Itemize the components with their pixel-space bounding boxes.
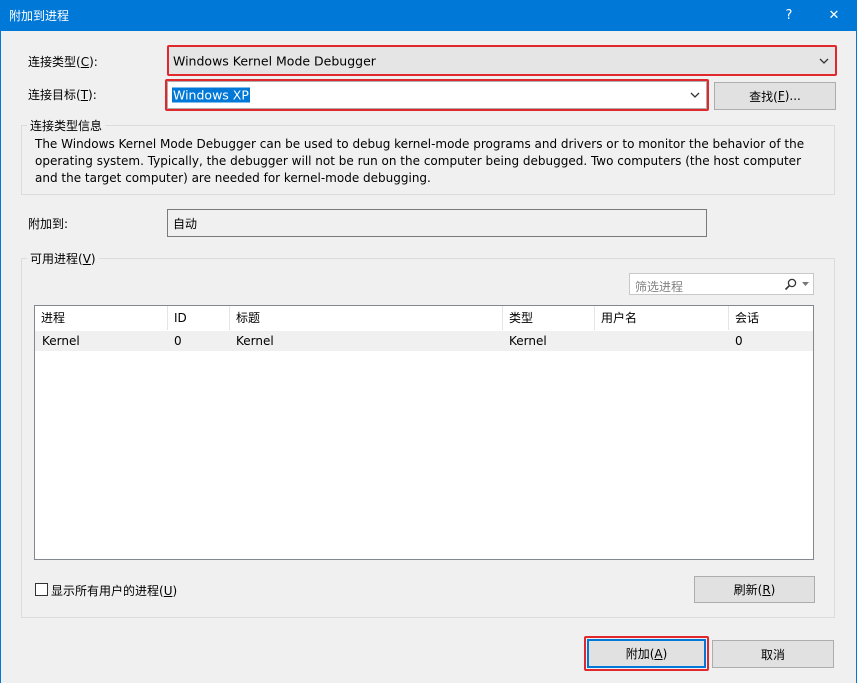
find-button[interactable]: 查找(F)...	[714, 82, 836, 110]
cell-process: Kernel	[42, 334, 80, 348]
cell-type: Kernel	[509, 334, 547, 348]
close-button[interactable]: ✕	[814, 0, 854, 31]
connection-info-text: The Windows Kernel Mode Debugger can be …	[35, 137, 805, 185]
cell-session: 0	[735, 334, 743, 348]
filter-dropdown-icon[interactable]	[802, 282, 809, 287]
cell-title: Kernel	[236, 334, 274, 348]
refresh-button[interactable]: 刷新(R)	[694, 576, 815, 603]
available-processes-title: 可用进程(V)	[27, 250, 99, 267]
search-icon[interactable]	[784, 278, 797, 291]
process-filter-placeholder: 筛选进程	[635, 280, 684, 294]
title-bar: 附加到进程 ? ✕	[0, 0, 857, 31]
process-list-header: 进程 ID 标题 类型 用户名 会话	[35, 306, 813, 330]
connection-type-highlight	[167, 45, 837, 76]
attach-button-highlight	[584, 636, 709, 671]
connection-target-label: 连接目标(T):	[28, 88, 97, 102]
cancel-button[interactable]: 取消	[712, 640, 834, 668]
column-header-session[interactable]: 会话	[729, 306, 813, 330]
window-border-left	[0, 31, 1, 683]
column-header-id[interactable]: ID	[168, 306, 230, 330]
column-header-username[interactable]: 用户名	[595, 306, 729, 330]
column-header-type[interactable]: 类型	[503, 306, 595, 330]
window-title: 附加到进程	[9, 9, 70, 23]
column-header-title[interactable]: 标题	[230, 306, 503, 330]
help-button[interactable]: ?	[769, 0, 809, 31]
column-header-process[interactable]: 进程	[35, 306, 168, 330]
cell-username	[595, 331, 729, 351]
connection-info-title: 连接类型信息	[27, 117, 106, 134]
attach-to-field[interactable]: 自动	[167, 209, 707, 237]
connection-type-label: 连接类型(C):	[28, 55, 98, 69]
attach-to-label: 附加到:	[28, 217, 69, 231]
cell-id: 0	[174, 334, 182, 348]
process-filter-input[interactable]: 筛选进程	[629, 273, 814, 295]
process-list[interactable]: 进程 ID 标题 类型 用户名 会话 Kernel 0 Kernel Kerne…	[34, 305, 814, 560]
show-all-users-checkbox[interactable]	[35, 583, 48, 596]
connection-target-highlight	[165, 79, 709, 111]
show-all-users-label[interactable]: 显示所有用户的进程(U)	[51, 582, 177, 599]
process-row[interactable]: Kernel 0 Kernel Kernel 0	[35, 331, 813, 351]
attach-to-value: 自动	[173, 217, 198, 231]
